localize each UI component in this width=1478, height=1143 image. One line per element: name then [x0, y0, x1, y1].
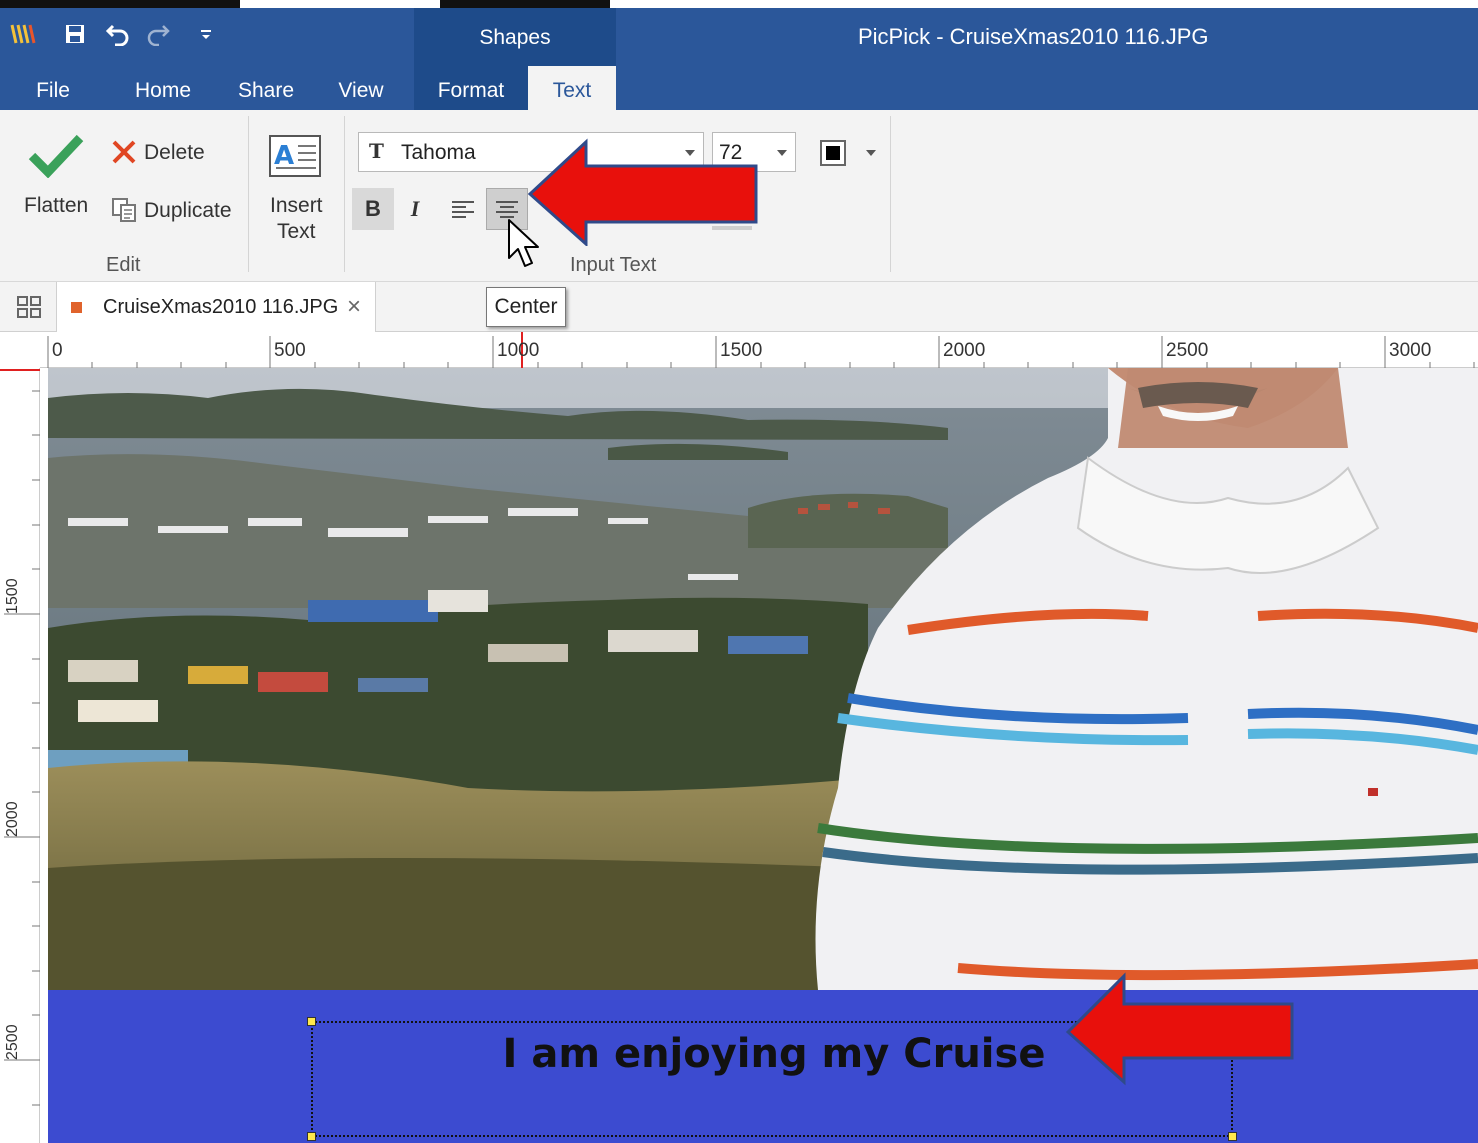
align-left-button[interactable]: [442, 188, 484, 230]
vertical-ruler: 1500 2000 2500: [0, 368, 40, 1143]
align-center-icon: [496, 201, 518, 218]
document-tab-label: CruiseXmas2010 116.JPG: [103, 296, 339, 318]
tab-view[interactable]: View: [330, 66, 392, 110]
ruler-label: 1500: [4, 578, 21, 614]
ruler-label: 1000: [497, 340, 540, 361]
ruler-label: 0: [52, 340, 63, 361]
resize-handle[interactable]: [1228, 1132, 1237, 1141]
tab-share[interactable]: Share: [232, 66, 300, 110]
mouse-cursor-icon: [508, 219, 539, 267]
flatten-button[interactable]: Flatten: [24, 194, 88, 218]
insert-text-icon[interactable]: A: [268, 134, 322, 183]
document-tab[interactable]: CruiseXmas2010 116.JPG ×: [56, 282, 376, 332]
cropped-heading-fragment: [440, 0, 610, 8]
input-text-group-label: Input Text: [570, 254, 657, 276]
ruler-label: 1500: [720, 340, 763, 361]
text-color-button[interactable]: [820, 140, 846, 166]
flatten-icon[interactable]: [28, 132, 84, 183]
ruler-corner: [0, 332, 40, 368]
horizontal-ruler: 0 500 1000 1500 2000 2500 3000: [40, 332, 1478, 368]
image-modified-icon: [71, 302, 82, 313]
duplicate-button[interactable]: Duplicate: [144, 199, 232, 223]
ruler-label: 2000: [943, 340, 986, 361]
duplicate-icon[interactable]: [110, 196, 138, 229]
delete-button[interactable]: Delete: [144, 141, 205, 165]
ruler-label: 2500: [1166, 340, 1209, 361]
save-icon[interactable]: [60, 20, 90, 48]
annotation-arrow: [1065, 972, 1294, 1086]
delete-icon[interactable]: [110, 138, 138, 171]
svg-text:A: A: [274, 141, 294, 171]
tooltip: Center: [486, 287, 566, 327]
tab-text[interactable]: Text: [528, 66, 616, 110]
redo-icon[interactable]: [142, 20, 174, 48]
document-tab-bar: CruiseXmas2010 116.JPG ×: [0, 282, 1478, 332]
ribbon-separator: [890, 116, 891, 272]
italic-button[interactable]: I: [394, 188, 436, 230]
undo-icon[interactable]: [102, 20, 134, 48]
insert-text-label-line1[interactable]: Insert: [270, 194, 323, 218]
chevron-down-icon[interactable]: [866, 150, 876, 156]
align-left-icon: [452, 201, 474, 218]
tab-home[interactable]: Home: [122, 66, 204, 110]
insert-text-label-line2[interactable]: Text: [277, 220, 316, 244]
color-swatch: [826, 146, 840, 160]
bold-button[interactable]: B: [352, 188, 394, 230]
ruler-label: 500: [274, 340, 306, 361]
ribbon-separator: [248, 116, 249, 272]
window-title: PicPick - CruiseXmas2010 116.JPG: [858, 24, 1209, 49]
top-crop-strip: [0, 0, 1478, 8]
truetype-font-icon: T: [369, 139, 384, 163]
resize-handle[interactable]: [307, 1017, 316, 1026]
ribbon-tab-bar: File Home Share View Format Text: [0, 66, 1478, 110]
ruler-label: 2500: [4, 1024, 21, 1060]
ruler-label: 3000: [1389, 340, 1432, 361]
annotation-arrow: [527, 138, 758, 246]
resize-handle[interactable]: [307, 1132, 316, 1141]
ruler-label: 2000: [4, 801, 21, 837]
tab-file[interactable]: File: [22, 66, 84, 110]
grid-view-icon[interactable]: [16, 295, 42, 324]
cropped-heading-fragment: [0, 0, 240, 8]
close-icon[interactable]: ×: [347, 293, 361, 321]
edit-group-label: Edit: [106, 254, 141, 276]
picpick-logo-icon[interactable]: [6, 20, 40, 48]
chevron-down-icon[interactable]: [777, 150, 787, 156]
font-family-value: Tahoma: [401, 141, 476, 164]
tab-format[interactable]: Format: [414, 66, 528, 110]
shapes-context-tab: Shapes: [414, 8, 616, 66]
customize-icon[interactable]: [194, 20, 218, 48]
ribbon-separator: [344, 116, 345, 272]
title-bar: [0, 8, 1478, 66]
